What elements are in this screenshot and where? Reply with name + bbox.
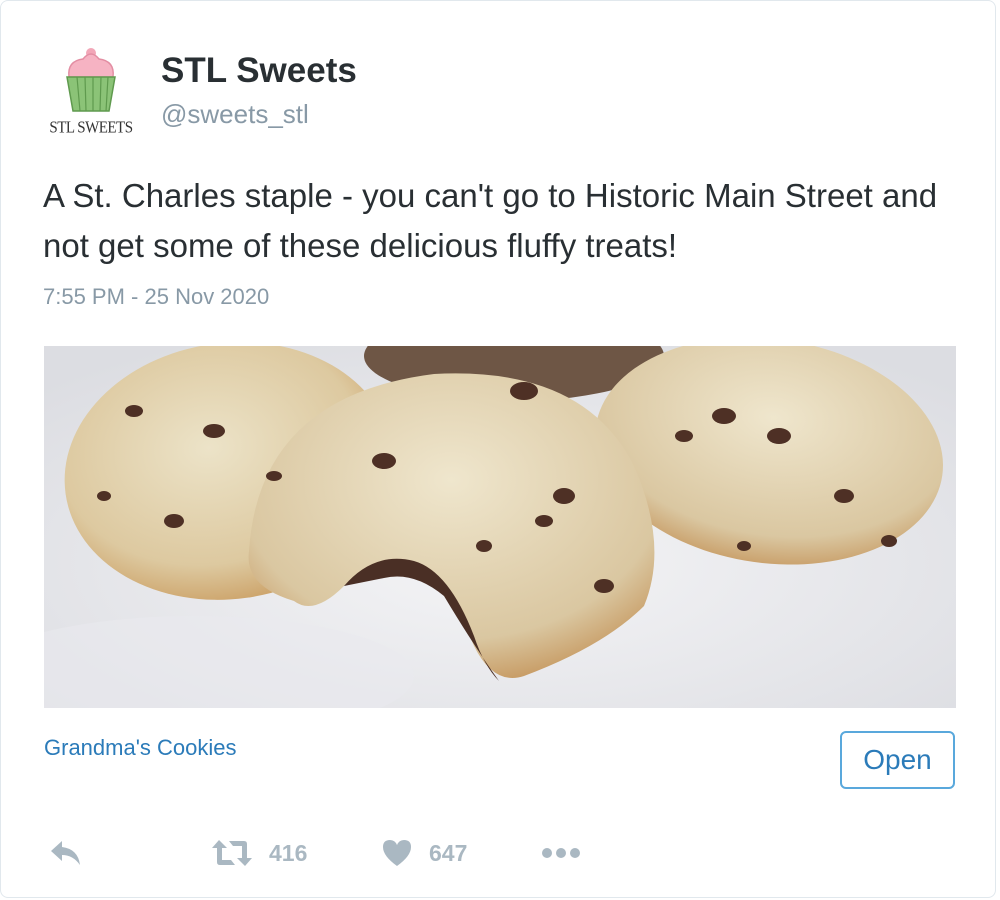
reply-icon <box>51 841 80 865</box>
like-count: 647 <box>429 839 468 866</box>
like-button[interactable]: 647 <box>381 835 467 871</box>
more-button[interactable] <box>541 835 583 871</box>
link-card-title[interactable]: Grandma's Cookies <box>44 735 237 761</box>
retweet-button[interactable]: 416 <box>211 835 307 871</box>
reply-button[interactable] <box>49 835 83 871</box>
open-button[interactable]: Open <box>840 731 955 789</box>
tweet-timestamp[interactable]: 7:55 PM - 25 Nov 2020 <box>43 284 269 310</box>
cupcake-logo-icon: STL SWEETS <box>43 43 139 139</box>
account-handle[interactable]: @sweets_stl <box>161 99 309 130</box>
heart-icon <box>383 840 411 866</box>
tweet-text: A St. Charles staple - you can't go to H… <box>43 177 938 264</box>
retweet-count: 416 <box>269 839 308 866</box>
retweet-icon <box>212 840 252 866</box>
svg-text:STL SWEETS: STL SWEETS <box>49 119 132 137</box>
cookies-photo <box>44 346 956 708</box>
tweet-card: STL SWEETS STL Sweets @sweets_stl A St. … <box>0 0 996 898</box>
display-name[interactable]: STL Sweets <box>161 51 357 91</box>
more-dots-icon <box>542 848 580 858</box>
media-image[interactable] <box>44 346 956 708</box>
avatar[interactable]: STL SWEETS <box>43 43 139 139</box>
